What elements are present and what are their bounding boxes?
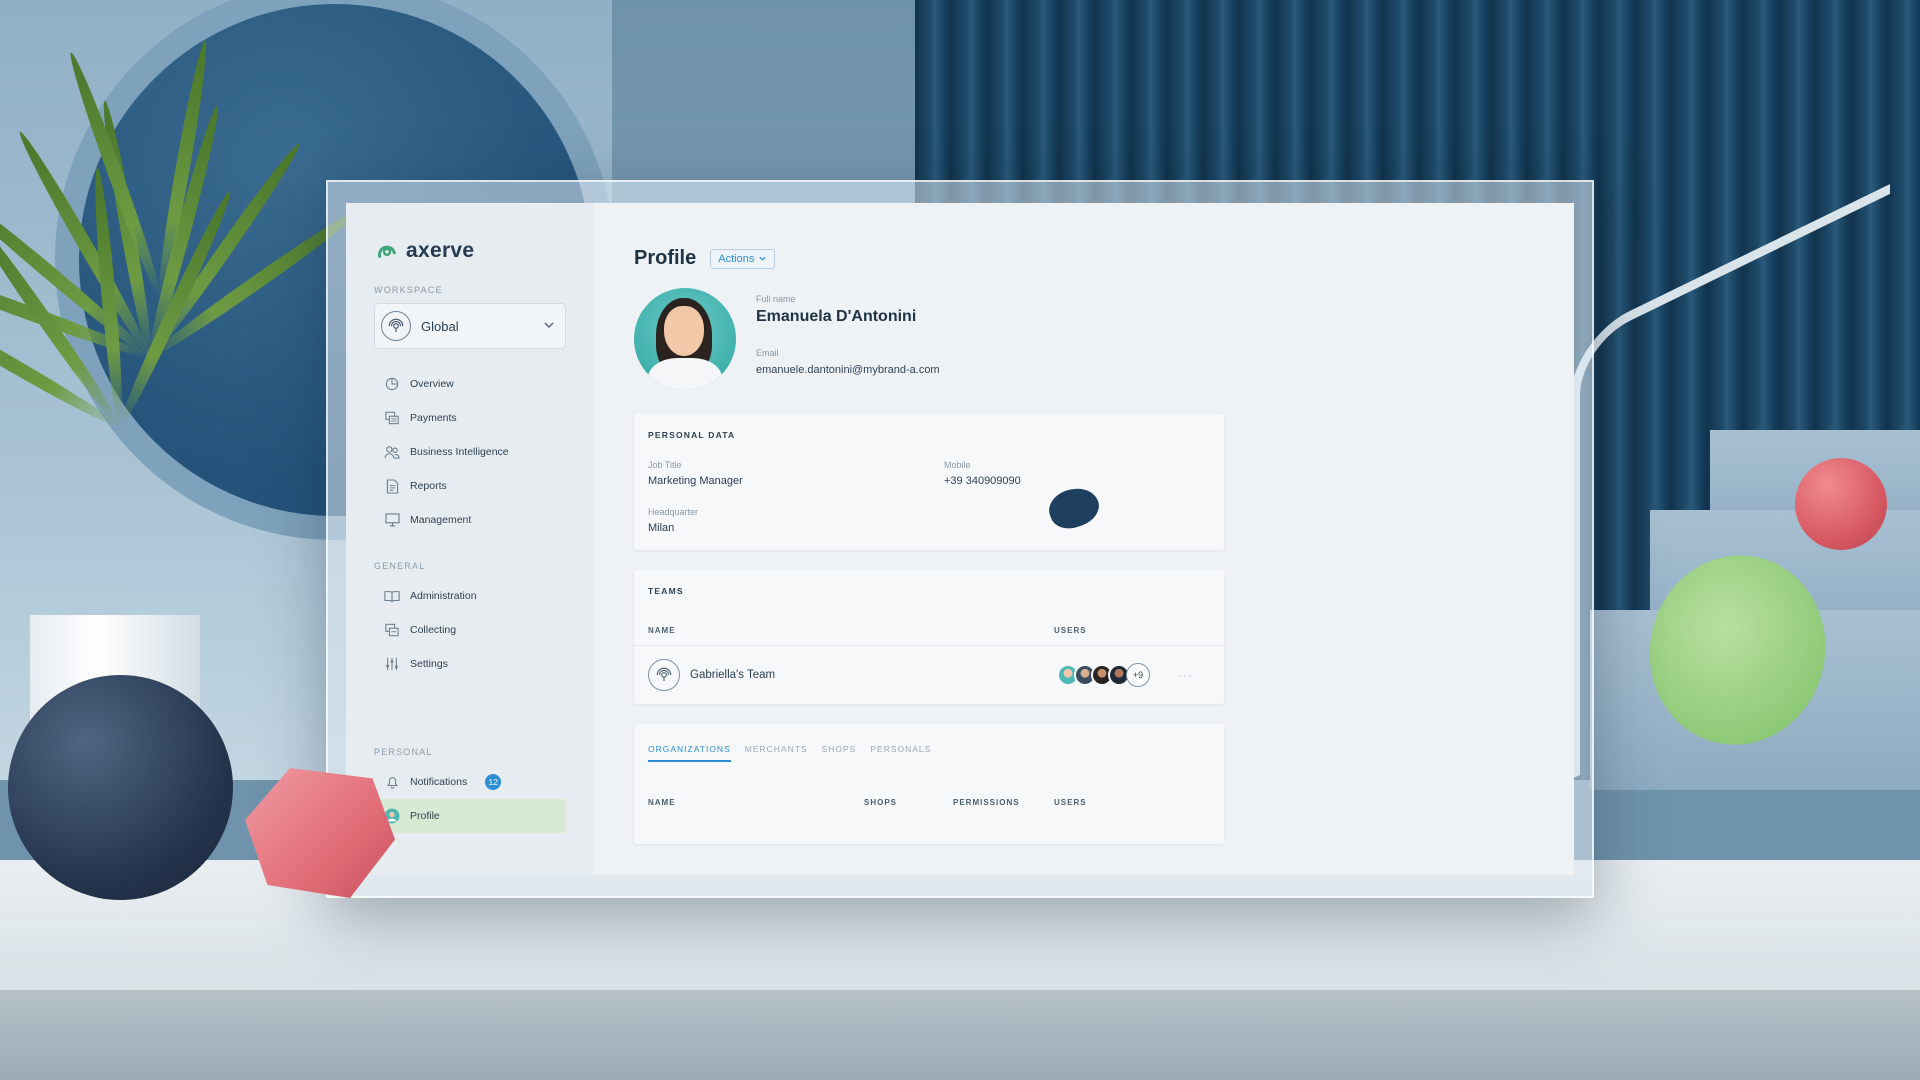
workspace-selector[interactable]: Global xyxy=(374,303,566,349)
sidebar-item-label: Notifications xyxy=(410,776,468,788)
tab-shops[interactable]: SHOPS xyxy=(822,744,857,762)
page-header: Profile Actions xyxy=(634,247,1574,270)
axerve-logo-icon xyxy=(377,245,396,258)
profile-header: Full name Emanuela D'Antonini Email eman… xyxy=(634,288,1574,390)
job-title-field: Job Title Marketing Manager xyxy=(648,460,944,487)
teams-table-header: NAME USERS xyxy=(634,596,1224,646)
profile-fields: Full name Emanuela D'Antonini Email eman… xyxy=(756,288,940,390)
column-header-name: NAME xyxy=(648,626,676,635)
sidebar-item-business-intelligence[interactable]: Business Intelligence xyxy=(374,435,566,469)
team-name: Gabriella's Team xyxy=(690,669,776,681)
general-nav: Administration Collecting Settings xyxy=(374,579,566,681)
sliders-icon xyxy=(384,656,400,672)
organizations-table-header: NAME SHOPS PERMISSIONS USERS xyxy=(634,762,1224,815)
chevron-down-icon xyxy=(543,319,555,334)
mobile-field: Mobile +39 340909090 xyxy=(944,460,1210,487)
pie-chart-icon xyxy=(384,376,400,392)
teams-title: TEAMS xyxy=(648,586,684,596)
general-label: GENERAL xyxy=(374,561,426,571)
table-row[interactable]: Gabriella's Team +9 ··· xyxy=(634,646,1224,704)
team-broadcast-icon xyxy=(648,659,680,691)
sidebar-item-payments[interactable]: Payments xyxy=(374,401,566,435)
main-nav: Overview Payments Business Intelligence … xyxy=(374,367,566,537)
sidebar-item-management[interactable]: Management xyxy=(374,503,566,537)
tab-organizations[interactable]: ORGANIZATIONS xyxy=(648,744,731,762)
bell-icon xyxy=(384,774,400,790)
monitor-icon xyxy=(384,512,400,528)
fullname-value: Emanuela D'Antonini xyxy=(756,308,917,325)
sidebar-item-label: Business Intelligence xyxy=(410,446,509,458)
sidebar: axerve WORKSPACE Global Overview Payment… xyxy=(346,203,594,875)
app-window: axerve WORKSPACE Global Overview Payment… xyxy=(346,203,1574,875)
decorative-red-sphere xyxy=(1795,458,1887,550)
sidebar-item-label: Administration xyxy=(410,590,477,602)
job-title-label: Job Title xyxy=(648,460,682,470)
sidebar-item-settings[interactable]: Settings xyxy=(374,647,566,681)
column-header-shops: SHOPS xyxy=(864,798,898,807)
email-value: emanuele.dantonini@mybrand-a.com xyxy=(756,364,940,376)
decorative-sphere xyxy=(8,675,233,900)
tab-personals[interactable]: PERSONALS xyxy=(870,744,931,762)
fullname-label: Full name xyxy=(756,294,796,304)
decorative-plant xyxy=(0,39,367,690)
sidebar-item-label: Settings xyxy=(410,658,448,670)
sidebar-item-label: Payments xyxy=(410,412,457,424)
job-title-value: Marketing Manager xyxy=(648,475,743,487)
headquarter-field: Headquarter Milan xyxy=(648,507,944,534)
avatar[interactable] xyxy=(634,288,736,390)
personal-data-title: PERSONAL DATA xyxy=(648,430,736,440)
brand-logo[interactable]: axerve xyxy=(376,239,566,263)
sidebar-item-label: Collecting xyxy=(410,624,457,636)
headquarter-value: Milan xyxy=(648,522,675,534)
mobile-label: Mobile xyxy=(944,460,971,470)
notification-count-badge: 12 xyxy=(485,774,502,790)
document-icon xyxy=(384,478,400,494)
personal-nav: Notifications 12 Profile xyxy=(374,765,566,833)
main-content: Profile Actions Full name Emanuela D'Ant… xyxy=(594,203,1574,875)
email-label: Email xyxy=(756,348,779,358)
personal-label: PERSONAL xyxy=(374,747,433,757)
column-header-name: NAME xyxy=(648,798,676,807)
sidebar-item-overview[interactable]: Overview xyxy=(374,367,566,401)
collecting-icon xyxy=(384,622,400,638)
organizations-tabs: ORGANIZATIONS MERCHANTS SHOPS PERSONALS xyxy=(634,724,1224,762)
sidebar-item-label: Management xyxy=(410,514,472,526)
teams-card: TEAMS NAME USERS Gabriella's Team +9 ··· xyxy=(634,570,1224,704)
personal-data-card: PERSONAL DATA Job Title Marketing Manage… xyxy=(634,414,1224,550)
payments-icon xyxy=(384,410,400,426)
sidebar-item-notifications[interactable]: Notifications 12 xyxy=(374,765,566,799)
mobile-value: +39 340909090 xyxy=(944,475,1021,487)
user-avatar-stack[interactable]: +9 xyxy=(1057,663,1150,687)
sidebar-item-collecting[interactable]: Collecting xyxy=(374,613,566,647)
workspace-globe-icon xyxy=(381,311,411,341)
sidebar-item-label: Reports xyxy=(410,480,447,492)
sidebar-item-profile[interactable]: Profile xyxy=(374,799,566,833)
column-header-permissions: PERMISSIONS xyxy=(953,798,1020,807)
organizations-card: ORGANIZATIONS MERCHANTS SHOPS PERSONALS … xyxy=(634,724,1224,844)
workspace-label: WORKSPACE xyxy=(374,285,443,295)
sidebar-item-reports[interactable]: Reports xyxy=(374,469,566,503)
actions-label: Actions xyxy=(718,252,755,265)
headquarter-label: Headquarter xyxy=(648,507,699,517)
tab-merchants[interactable]: MERCHANTS xyxy=(745,744,808,762)
page-title: Profile xyxy=(634,247,697,269)
row-menu-icon[interactable]: ··· xyxy=(1178,668,1193,682)
brand-name: axerve xyxy=(406,239,475,262)
column-header-users: USERS xyxy=(1054,626,1087,635)
sidebar-item-administration[interactable]: Administration xyxy=(374,579,566,613)
sidebar-item-label: Profile xyxy=(410,810,440,822)
actions-dropdown-button[interactable]: Actions xyxy=(710,248,776,269)
users-icon xyxy=(384,444,400,460)
chevron-down-icon xyxy=(759,256,766,261)
sidebar-item-label: Overview xyxy=(410,378,454,390)
workspace-value: Global xyxy=(421,318,459,334)
book-icon xyxy=(384,588,400,604)
floor-edge xyxy=(0,990,1920,1080)
more-users-count: +9 xyxy=(1126,663,1150,687)
column-header-users: USERS xyxy=(1054,798,1087,807)
